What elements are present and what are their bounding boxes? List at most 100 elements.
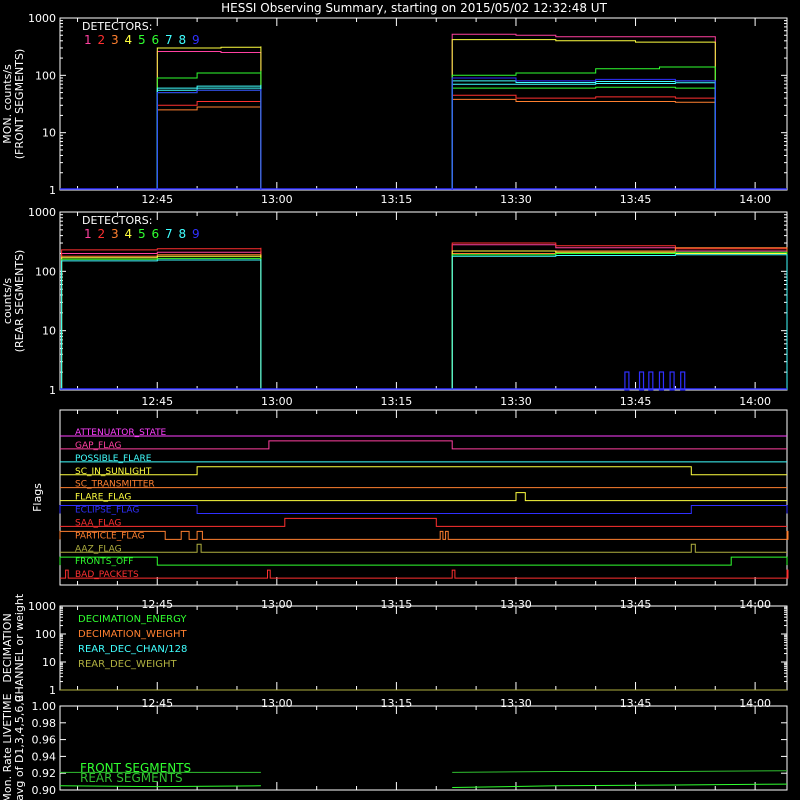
y-tick-label: 0.94: [32, 750, 57, 763]
y-axis-title: CHANNEL or weight: [13, 593, 26, 702]
legend-detector-4: 4: [125, 33, 133, 47]
panel-flags: Flags12:45 13:00 13:15 13:30 13:45 14:00ATTEN…: [31, 409, 789, 611]
series-1: [156, 51, 262, 190]
x-tick-label: 12:45: [141, 395, 173, 408]
series-front-segments: [452, 783, 788, 788]
y-tick-label: 100: [35, 628, 56, 641]
flag-label-eclipse-flag: ECLIPSE_FLAG: [75, 506, 139, 516]
legend-detector-2: 2: [98, 33, 106, 47]
legend-detector-5: 5: [138, 227, 146, 241]
series-7: [61, 259, 262, 390]
y-tick-label: 10: [42, 127, 56, 140]
flag-trace-sc-in-sunlight: [60, 466, 787, 476]
y-tick-label: 1: [49, 384, 56, 397]
panel-rear: 1101001000counts/s (REAR SEGMENTS)12:45 13…: [1, 206, 788, 408]
legend-detector-8: 8: [179, 33, 187, 47]
y-axis-title: Flags: [31, 483, 44, 512]
flag-trace-bad-packets: [60, 569, 789, 579]
legend-detector-7: 7: [165, 33, 173, 47]
y-tick-label: 1: [49, 684, 56, 697]
flag-trace-particle-flag: [59, 530, 789, 540]
legend-rear-segments: REAR SEGMENTS: [80, 771, 183, 785]
x-tick-label: 13:45: [620, 193, 652, 206]
legend-detector-8: 8: [179, 227, 187, 241]
detectors-heading: DETECTORS:: [82, 214, 152, 227]
legend-detector-6: 6: [152, 33, 160, 47]
detectors-heading: DETECTORS:: [82, 20, 152, 33]
series-6: [156, 88, 262, 190]
series-2: [61, 247, 262, 390]
series-8: [451, 82, 716, 190]
flag-label-fronts-off: FRONTS_OFF: [75, 557, 133, 567]
series-front-segments: [59, 785, 261, 788]
series-9: [156, 88, 262, 190]
x-tick-label: 13:15: [381, 395, 413, 408]
y-tick-label: 1: [49, 184, 56, 197]
x-tick-label: 13:30: [500, 395, 532, 408]
x-tick-label: 13:15: [381, 193, 413, 206]
legend-decimation-energy: DECIMATION_ENERGY: [78, 614, 187, 625]
series-7: [156, 84, 262, 190]
legend-rear-dec-weight: REAR_DEC_WEIGHT: [78, 659, 177, 670]
observing-summary-figure: HESSI Observing Summary, starting on 201…: [1, 1, 789, 800]
series-5: [451, 66, 716, 190]
y-tick-label: 0.90: [32, 784, 57, 797]
series-3: [156, 105, 262, 190]
series-1: [451, 33, 716, 190]
flag-trace-gap-flag: [60, 440, 787, 450]
series-5: [451, 251, 788, 390]
x-tick-label: 13:45: [620, 395, 652, 408]
y-tick-label: 0.92: [32, 767, 57, 780]
flag-label-particle-flag: PARTICLE_FLAG: [75, 531, 145, 541]
y-axis-title: (REAR SEGMENTS): [13, 250, 26, 353]
series-2: [451, 242, 788, 390]
x-tick-label: 12:45: [141, 193, 173, 206]
figure-title: HESSI Observing Summary, starting on 201…: [221, 1, 607, 15]
detector-9-dropout: [624, 371, 630, 391]
legend-detector-9: 9: [192, 33, 200, 47]
y-tick-label: 0.96: [32, 734, 57, 747]
legend-detector-6: 6: [152, 227, 160, 241]
flag-trace-saa-flag: [60, 517, 787, 527]
series-8: [156, 87, 262, 190]
legend-rear-dec-chan-128: REAR_DEC_CHAN/128: [78, 644, 187, 655]
x-tick-label: 14:00: [739, 193, 771, 206]
detector-9-dropout: [638, 371, 645, 391]
x-tick-label: 13:00: [261, 193, 293, 206]
detector-9-dropout: [648, 371, 654, 391]
series-3: [451, 98, 716, 190]
detector-9-dropout: [669, 371, 675, 391]
series-4: [156, 46, 262, 190]
legend-detector-7: 7: [165, 227, 173, 241]
legend-decimation-weight: DECIMATION_WEIGHT: [78, 629, 187, 640]
legend-detector-3: 3: [111, 227, 119, 241]
legend-detector-9: 9: [192, 227, 200, 241]
x-tick-label: 13:00: [261, 395, 293, 408]
y-tick-label: 100: [35, 69, 56, 82]
legend-detector-5: 5: [138, 33, 146, 47]
series-2: [451, 94, 716, 190]
legend-detector-3: 3: [111, 33, 119, 47]
flag-trace-fronts-off: [59, 556, 788, 566]
y-tick-label: 10: [42, 325, 56, 338]
y-tick-label: 1000: [28, 206, 56, 219]
legend-detector-4: 4: [125, 227, 133, 241]
series-1: [451, 244, 788, 390]
series-3: [451, 247, 788, 390]
y-tick-label: 10: [42, 656, 56, 669]
series-3: [61, 253, 262, 390]
y-tick-label: 1000: [28, 600, 56, 613]
series-5: [156, 70, 262, 190]
series-1: [61, 251, 262, 390]
series-2: [156, 98, 262, 190]
flag-trace-flare-flag: [60, 492, 787, 502]
flag-trace-eclipse-flag: [59, 505, 788, 514]
flag-trace-aaz-flag: [60, 543, 787, 553]
x-tick-label: 14:00: [739, 395, 771, 408]
y-tick-label: 1.00: [32, 700, 57, 713]
y-axis-title: avg of D1,3,4,5,6,9: [13, 695, 26, 800]
panel-front: 1101001000MON. counts/s (FRONT SEGMENTS)1…: [1, 12, 788, 206]
y-tick-label: 0.98: [32, 717, 57, 730]
legend-detector-1: 1: [84, 33, 92, 47]
y-tick-label: 1000: [28, 12, 56, 25]
